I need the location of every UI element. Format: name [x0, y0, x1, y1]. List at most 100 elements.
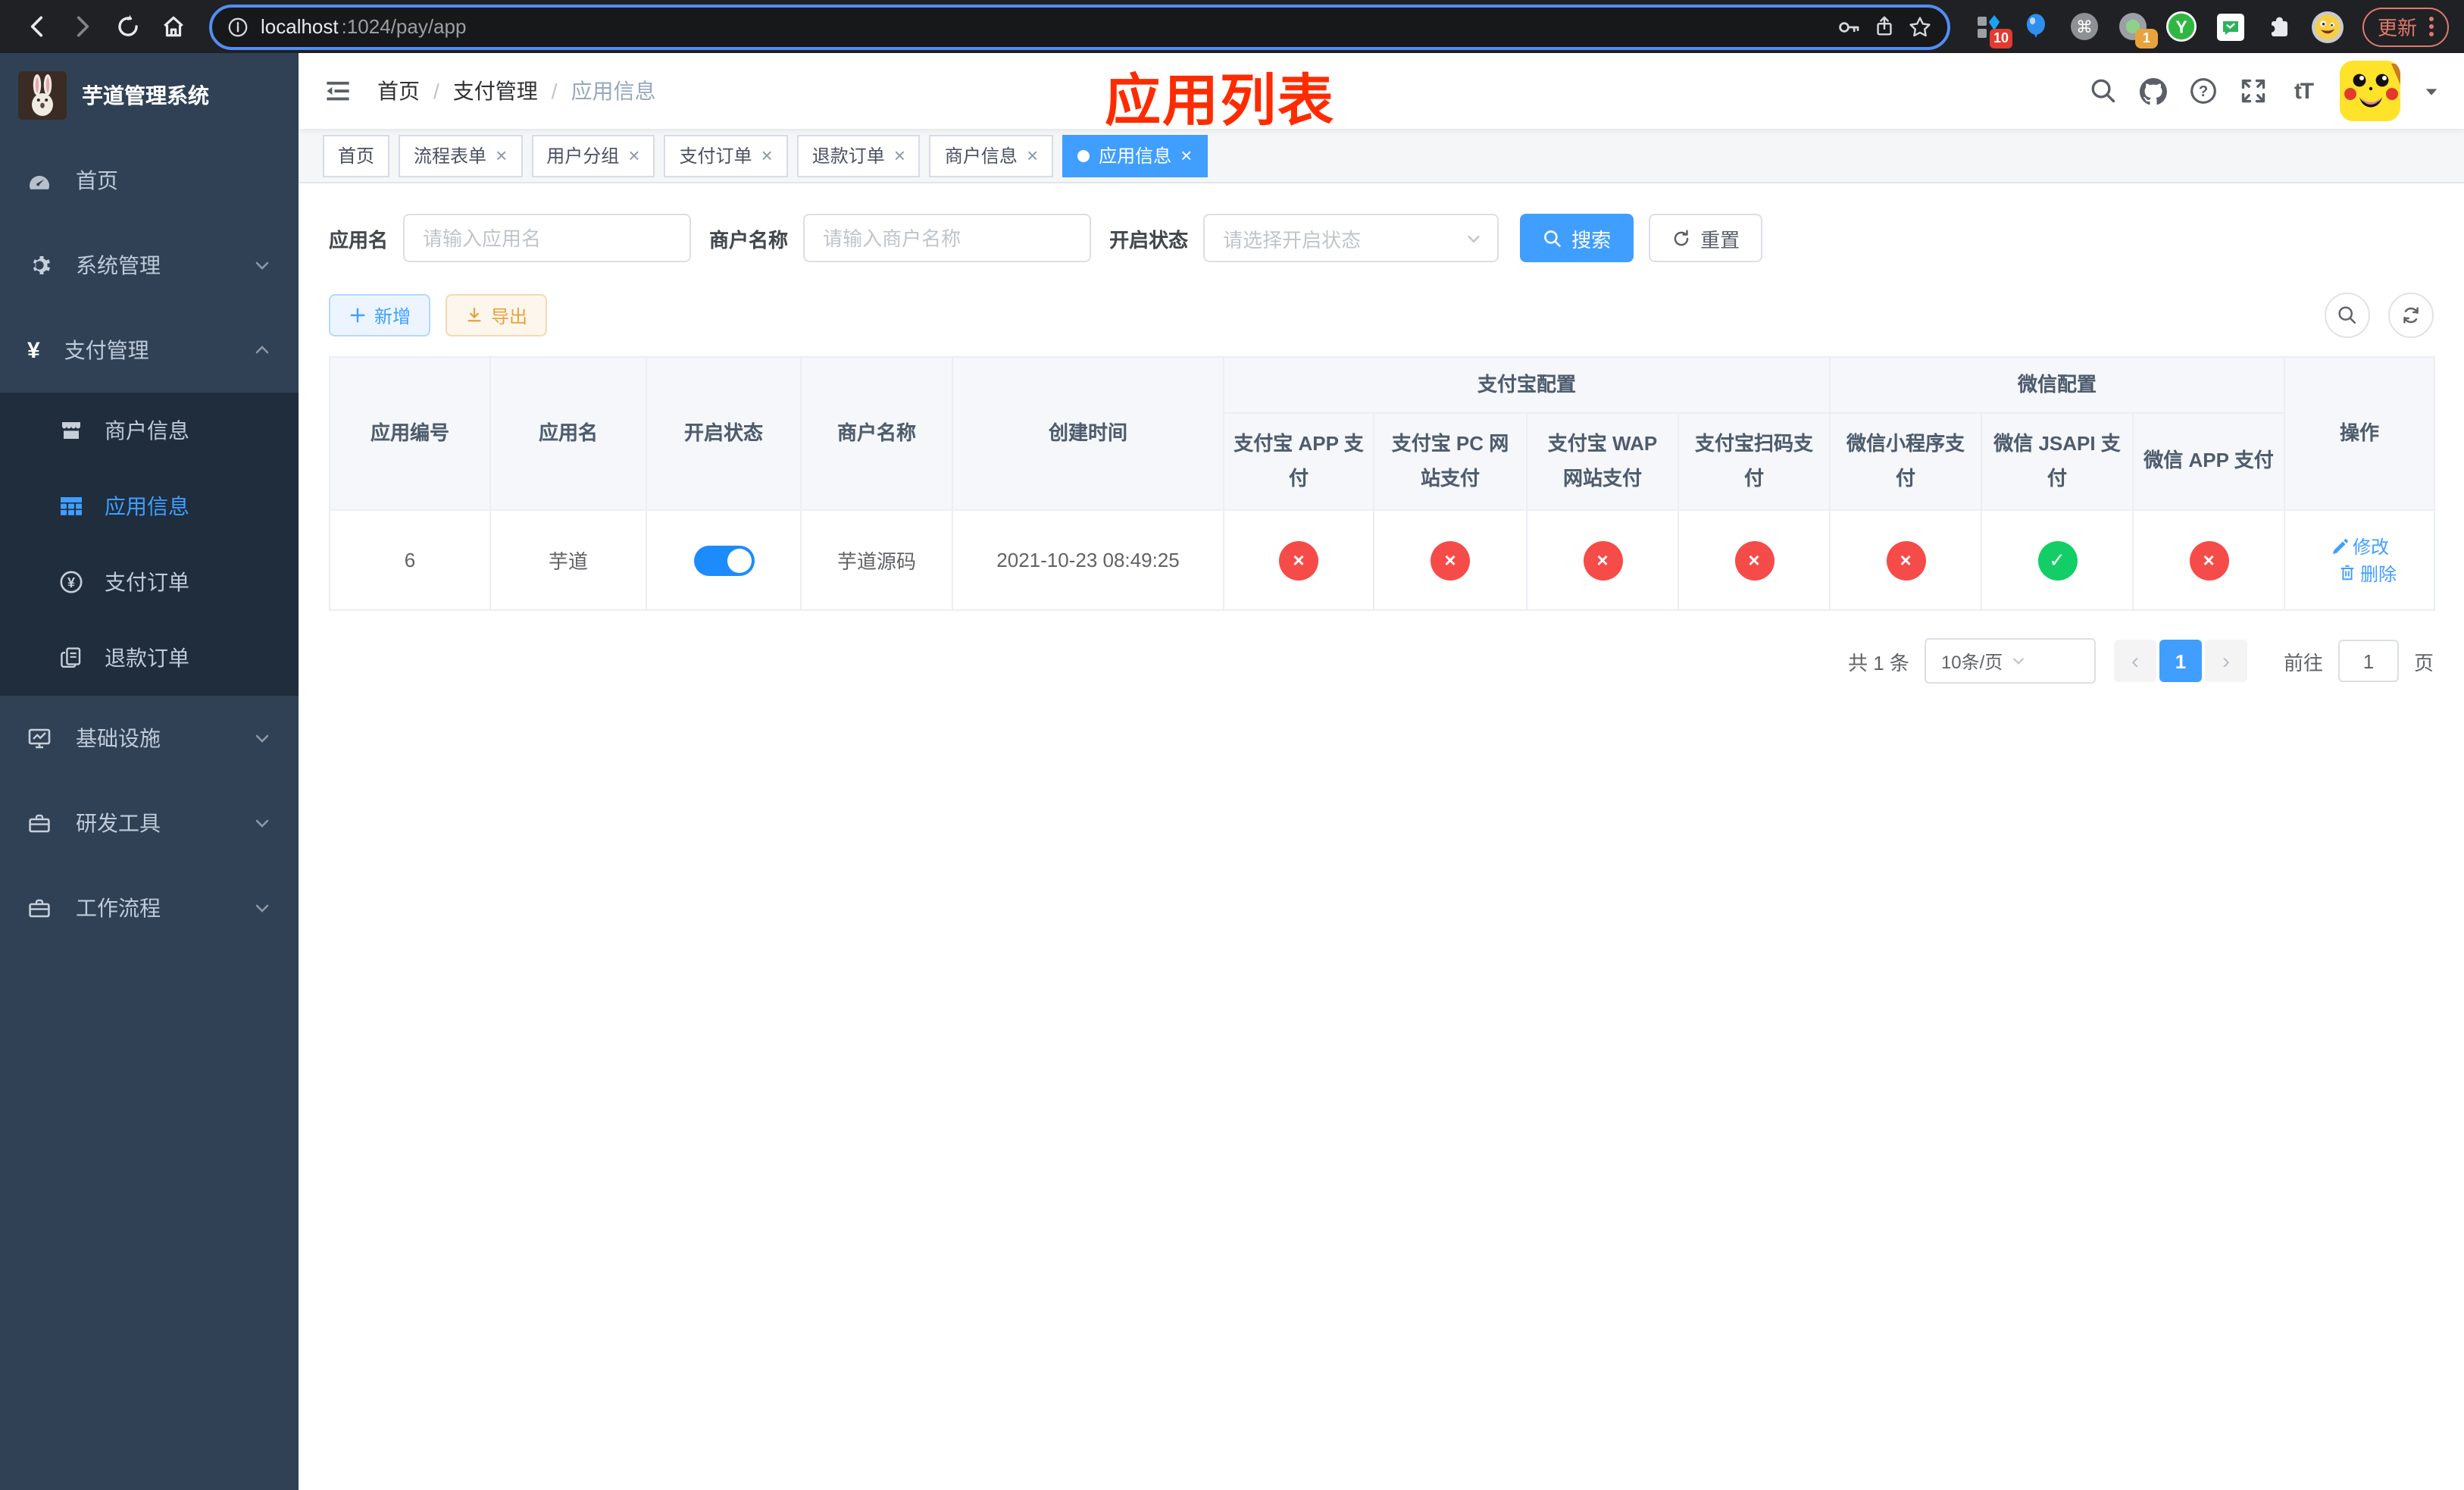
add-button[interactable]: 新增	[329, 294, 431, 337]
edit-link[interactable]: 修改	[2330, 534, 2389, 559]
sidebar-item-system[interactable]: 系统管理	[0, 223, 299, 308]
show-search-toggle-button[interactable]	[2325, 293, 2370, 338]
delete-link[interactable]: 删除	[2337, 560, 2397, 586]
sidebar-item-dev-tools[interactable]: 研发工具	[0, 781, 299, 866]
export-button[interactable]: 导出	[446, 294, 548, 337]
bookmark-star-icon[interactable]	[1908, 14, 1932, 39]
prev-page-button[interactable]: ‹	[2113, 640, 2156, 682]
col-header-wechat-lite: 微信小程序支付	[1829, 412, 1983, 511]
tab-home[interactable]: 首页	[323, 134, 390, 177]
password-key-icon[interactable]	[1837, 14, 1861, 39]
extension-badge: 1	[2134, 28, 2158, 48]
page-size-select[interactable]: 10条/页	[1924, 638, 2096, 684]
extension-balloon-icon[interactable]	[2018, 8, 2055, 45]
fullscreen-icon[interactable]	[2240, 77, 2267, 105]
font-size-icon[interactable]: tT	[2290, 77, 2317, 105]
browser-back-button[interactable]	[15, 5, 58, 48]
cell-actions: 修改 删除	[2284, 509, 2436, 611]
header-search-icon[interactable]	[2090, 77, 2117, 105]
cell-status	[646, 509, 802, 611]
sidebar-logo-row[interactable]: 芋道管理系统	[0, 53, 299, 138]
sidebar-item-infrastructure[interactable]: 基础设施	[0, 696, 299, 781]
search-button-label: 搜索	[1571, 228, 1612, 251]
tab-close-icon[interactable]: ×	[496, 146, 507, 165]
status-label: 开启状态	[1109, 228, 1189, 251]
payment-submenu: 商户信息 应用信息 ¥ 支付订单 退款订单	[0, 393, 299, 696]
sidebar-item-home[interactable]: 首页	[0, 138, 299, 223]
sidebar-item-label: 首页	[76, 168, 118, 193]
tab-close-icon[interactable]: ×	[628, 146, 639, 165]
chevron-down-icon	[253, 729, 271, 747]
tab-app-info[interactable]: 应用信息 ×	[1062, 134, 1208, 177]
reset-button[interactable]: 重置	[1649, 214, 1763, 262]
browser-update-button[interactable]: 更新	[2362, 7, 2449, 46]
tab-close-icon[interactable]: ×	[761, 146, 773, 165]
breadcrumb-payment[interactable]: 支付管理	[453, 76, 538, 106]
tab-refund-orders[interactable]: 退款订单 ×	[796, 134, 921, 177]
sidebar-item-workflow[interactable]: 工作流程	[0, 866, 299, 950]
search-icon	[1543, 228, 1562, 248]
browser-home-button[interactable]	[152, 5, 194, 48]
browser-reload-button[interactable]	[106, 5, 149, 48]
tab-merchant-info[interactable]: 商户信息 ×	[929, 134, 1054, 177]
alipay-pc-status-icon: ×	[1431, 540, 1470, 580]
sidebar: 芋道管理系统 首页 系统管理 ¥ 支付管理 商户信息 应用信息 ¥ 支付订单 退…	[0, 53, 299, 1490]
edit-link-label: 修改	[2353, 537, 2390, 558]
user-avatar[interactable]	[2340, 61, 2400, 121]
extension-yuque-icon[interactable]: Y	[2164, 8, 2200, 45]
tab-pay-orders[interactable]: 支付订单 ×	[664, 134, 788, 177]
tab-process-form[interactable]: 流程表单 ×	[399, 134, 523, 177]
monitor-chart-icon	[27, 726, 52, 750]
tab-label: 商户信息	[944, 146, 1018, 167]
browser-menu-kebab-icon[interactable]	[2429, 24, 2434, 29]
wechat-jsapi-status-icon: ✓	[2037, 540, 2078, 580]
sidebar-item-label: 研发工具	[76, 811, 161, 835]
tab-user-group[interactable]: 用户分组 ×	[531, 134, 655, 177]
app-name-input[interactable]	[403, 214, 692, 262]
sidebar-item-refund-orders[interactable]: 退款订单	[0, 620, 299, 696]
browser-chrome: localhost:1024/pay/app 10 ⌘ 1 Y 更新	[0, 0, 2464, 53]
avatar-caret-icon[interactable]	[2423, 83, 2440, 99]
share-icon[interactable]	[1873, 15, 1896, 38]
github-icon[interactable]	[2140, 77, 2167, 105]
sidebar-item-app-info[interactable]: 应用信息	[0, 468, 299, 544]
refresh-table-button[interactable]	[2388, 293, 2434, 338]
profile-avatar-icon[interactable]	[2309, 8, 2346, 45]
sidebar-item-merchant-info[interactable]: 商户信息	[0, 393, 299, 468]
extension-sketch-icon[interactable]: 10	[1970, 8, 2012, 48]
breadcrumb-home[interactable]: 首页	[377, 76, 420, 106]
tab-close-icon[interactable]: ×	[894, 146, 905, 165]
cell-created: 2021-10-23 08:49:25	[952, 509, 1224, 611]
url-bar[interactable]: localhost:1024/pay/app	[209, 4, 1950, 49]
site-info-icon[interactable]	[227, 16, 249, 37]
col-header-alipay-qr: 支付宝扫码支付	[1677, 412, 1831, 511]
extension-chat-icon[interactable]	[2212, 8, 2249, 45]
select-caret-icon	[1465, 230, 1482, 246]
alipay-app-status-icon: ×	[1279, 540, 1318, 580]
col-header-merchant: 商户名称	[800, 356, 953, 511]
search-button[interactable]: 搜索	[1520, 214, 1634, 262]
sidebar-item-payment[interactable]: ¥ 支付管理	[0, 308, 299, 393]
page-number-button[interactable]: 1	[2159, 640, 2202, 682]
sidebar-item-label: 工作流程	[76, 896, 161, 920]
chevron-down-icon	[253, 899, 271, 917]
cell-app-name: 芋道	[489, 509, 647, 611]
cell-app-id: 6	[329, 509, 491, 611]
status-toggle[interactable]	[693, 545, 754, 575]
help-icon[interactable]: ?	[2190, 77, 2217, 105]
goto-page-input[interactable]	[2337, 640, 2399, 682]
tab-label: 支付订单	[679, 146, 752, 167]
status-select[interactable]: 请选择开启状态	[1203, 214, 1499, 262]
tab-close-icon[interactable]: ×	[1027, 146, 1038, 165]
update-label: 更新	[2377, 17, 2417, 39]
app-table: 应用编号 应用名 开启状态 商户名称 创建时间 支付宝配置 微信配置 操作 支付…	[329, 356, 2436, 611]
sidebar-item-pay-orders[interactable]: ¥ 支付订单	[0, 544, 299, 620]
tab-close-icon[interactable]: ×	[1180, 146, 1192, 165]
extension-command-icon[interactable]: ⌘	[2067, 8, 2103, 45]
extension-recorder-icon[interactable]: 1	[2115, 8, 2158, 48]
sidebar-collapse-icon[interactable]	[323, 76, 353, 106]
merchant-name-input[interactable]	[803, 214, 1092, 262]
extensions-puzzle-icon[interactable]	[2261, 8, 2297, 45]
browser-forward-button[interactable]	[61, 5, 103, 48]
next-page-button[interactable]: ›	[2204, 640, 2247, 682]
